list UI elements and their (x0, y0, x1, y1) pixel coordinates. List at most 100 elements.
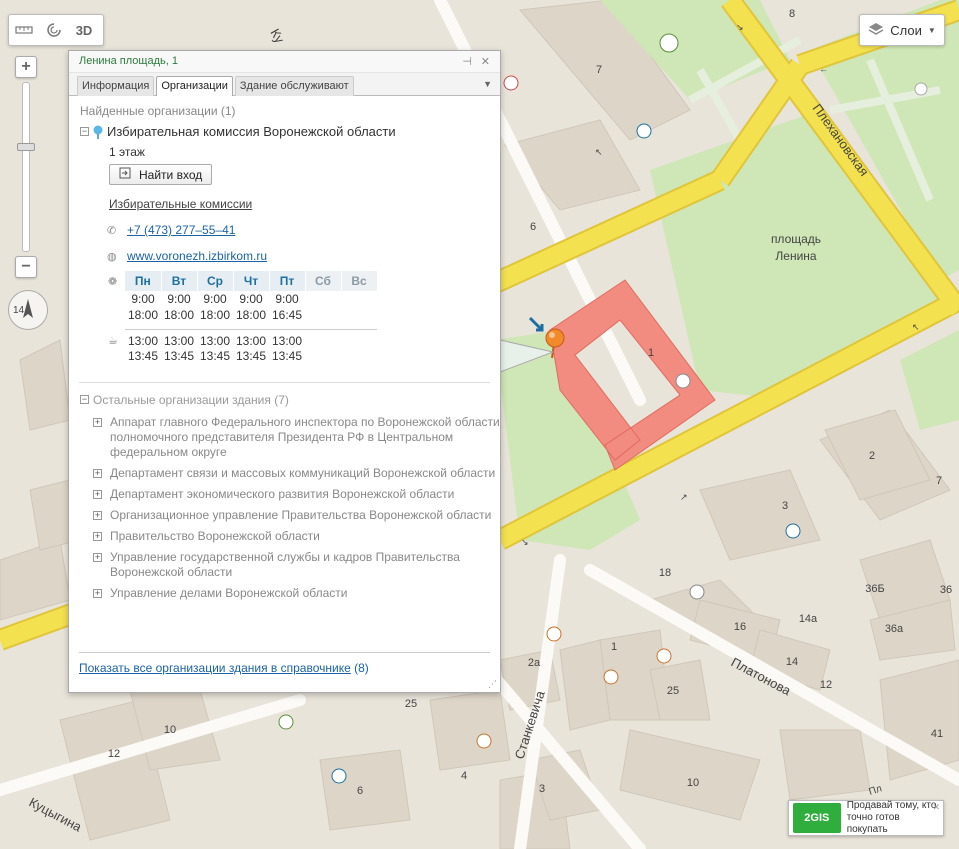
panel-title: Ленина площадь, 1 (79, 55, 178, 67)
house-number: 12 (108, 748, 120, 760)
close-time: 18:00 (163, 308, 195, 322)
schedule-table: ❁ Пн Вт Ср Чт Пт Сб Вс 9:00 9:00 9:00 9:… (107, 271, 378, 364)
house-number: 2 (869, 450, 875, 462)
find-entrance-label: Найти вход (139, 167, 203, 182)
open-time: 9:00 (131, 292, 155, 306)
day-sun: Вс (341, 271, 378, 291)
org-item-name[interactable]: Департамент экономического развития Воро… (110, 487, 454, 502)
close-time: 18:00 (235, 308, 267, 322)
expand-icon[interactable]: + (93, 531, 102, 541)
compass[interactable]: 14 (8, 290, 48, 330)
svg-text:↗: ↗ (680, 492, 688, 502)
close-time: 18:00 (199, 308, 231, 322)
pharmacy-icon (503, 75, 519, 91)
tree-icon (278, 714, 294, 730)
list-item[interactable]: + Организационное управление Правительств… (93, 508, 500, 523)
expand-icon[interactable]: + (93, 588, 102, 598)
break-end: 13:45 (271, 348, 303, 363)
zoom-out-button[interactable]: − (15, 256, 37, 278)
org-website-row: ◍ www.voronezh.izbirkom.ru (107, 249, 500, 263)
break-end: 13:45 (163, 348, 195, 363)
house-number: 41 (931, 728, 943, 740)
other-orgs-title: Остальные организации здания (7) (93, 392, 289, 407)
day-thu: Чт (233, 271, 270, 291)
tab-organizations[interactable]: Организации (156, 76, 233, 96)
list-item[interactable]: + Аппарат главного Федерального инспектор… (93, 415, 500, 460)
layers-icon (868, 22, 884, 39)
break-start: 13:00 (199, 333, 231, 348)
rotate-icon[interactable] (39, 15, 69, 45)
expand-icon[interactable]: + (93, 489, 102, 499)
entrance-icon (119, 167, 131, 182)
ad-banner[interactable]: 2GIS Продавай тому, кто точно готов поку… (788, 800, 944, 836)
list-item[interactable]: + Правительство Воронежской области (93, 529, 500, 544)
org-name[interactable]: Избирательная комиссия Воронежской облас… (107, 124, 396, 139)
resize-handle-icon[interactable]: ⋰ (488, 679, 497, 690)
collapse-icon[interactable]: − (80, 395, 89, 404)
org-phone-link[interactable]: +7 (473) 277–55–41 (127, 223, 235, 237)
tab-info[interactable]: Информация (77, 76, 155, 96)
org-rubric-link[interactable]: Избирательные комиссии (109, 197, 500, 211)
org-item-name[interactable]: Правительство Воронежской области (110, 529, 320, 544)
chevron-down-icon: ▼ (927, 25, 936, 35)
list-item[interactable]: + Управление делами Воронежской области (93, 586, 500, 601)
close-icon[interactable]: ✕ (932, 802, 940, 813)
open-time: 9:00 (239, 292, 263, 306)
house-number: 25 (405, 698, 417, 710)
org-header[interactable]: − Избирательная комиссия Воронежской обл… (80, 124, 500, 139)
org-phone-row: ✆ +7 (473) 277–55–41 (107, 223, 500, 237)
zoom-slider[interactable] (17, 82, 35, 252)
break-start: 13:00 (271, 333, 303, 348)
cafe-icon (603, 669, 619, 685)
house-number: 7 (936, 475, 942, 487)
house-number: 2а (528, 657, 541, 669)
mode-3d-button[interactable]: 3D (69, 15, 99, 45)
layers-button[interactable]: Слои ▼ (859, 14, 945, 46)
collapse-icon[interactable]: − (80, 127, 89, 136)
close-icon[interactable]: ✕ (481, 55, 490, 68)
tabs-menu-icon[interactable]: ▼ (483, 79, 492, 89)
break-end: 13:45 (235, 348, 267, 363)
pram-icon (785, 523, 801, 539)
expand-icon[interactable]: + (93, 468, 102, 478)
house-number: 36а (885, 623, 904, 635)
show-all-orgs-link[interactable]: Показать все организации здания в справо… (79, 661, 351, 675)
list-item[interactable]: + Управление государственной службы и кад… (93, 550, 500, 580)
zoom-slider-thumb[interactable] (17, 143, 35, 151)
break-start: 13:00 (163, 333, 195, 348)
day-tue: Вт (161, 271, 198, 291)
map-toolbar: 3D (8, 14, 104, 46)
monument-icon (659, 33, 679, 53)
day-mon: Пн (125, 271, 162, 291)
list-item[interactable]: + Департамент связи и массовых коммуникац… (93, 466, 500, 481)
house-number: 8 (789, 8, 795, 20)
org-item-name[interactable]: Управление делами Воронежской области (110, 586, 347, 601)
svg-text:←: ← (819, 64, 828, 74)
list-item[interactable]: + Департамент экономического развития Вор… (93, 487, 500, 502)
org-item-name[interactable]: Организационное управление Правительства… (110, 508, 491, 523)
house-number: 36 (940, 584, 952, 596)
house-number: 10 (164, 724, 176, 736)
org-item-name[interactable]: Департамент связи и массовых коммуникаци… (110, 466, 495, 481)
expand-icon[interactable]: + (93, 552, 102, 562)
theatre-icon (636, 123, 652, 139)
org-item-name[interactable]: Управление государственной службы и кадр… (110, 550, 500, 580)
close-time: 16:45 (271, 308, 303, 322)
pin-icon[interactable]: ⊣ (462, 55, 472, 68)
org-item-name[interactable]: Аппарат главного Федерального инспектора… (110, 415, 500, 460)
tab-building-services[interactable]: Здание обслуживают (234, 76, 354, 96)
svg-text:↘: ↘ (736, 22, 744, 32)
zoom-in-button[interactable]: + (15, 56, 37, 78)
ruler-icon[interactable] (9, 15, 39, 45)
house-number: 4 (461, 770, 467, 782)
coffee-break-icon: ☕ (108, 334, 118, 347)
expand-icon[interactable]: + (93, 417, 102, 427)
other-orgs-header[interactable]: − Остальные организации здания (7) (80, 393, 500, 407)
house-number: 16 (734, 621, 746, 633)
house-number: 3 (782, 500, 788, 512)
org-website-link[interactable]: www.voronezh.izbirkom.ru (127, 249, 267, 263)
house-number: 36Б (865, 583, 884, 595)
day-wed: Ср (197, 271, 234, 291)
find-entrance-button[interactable]: Найти вход (109, 164, 213, 185)
expand-icon[interactable]: + (93, 510, 102, 520)
